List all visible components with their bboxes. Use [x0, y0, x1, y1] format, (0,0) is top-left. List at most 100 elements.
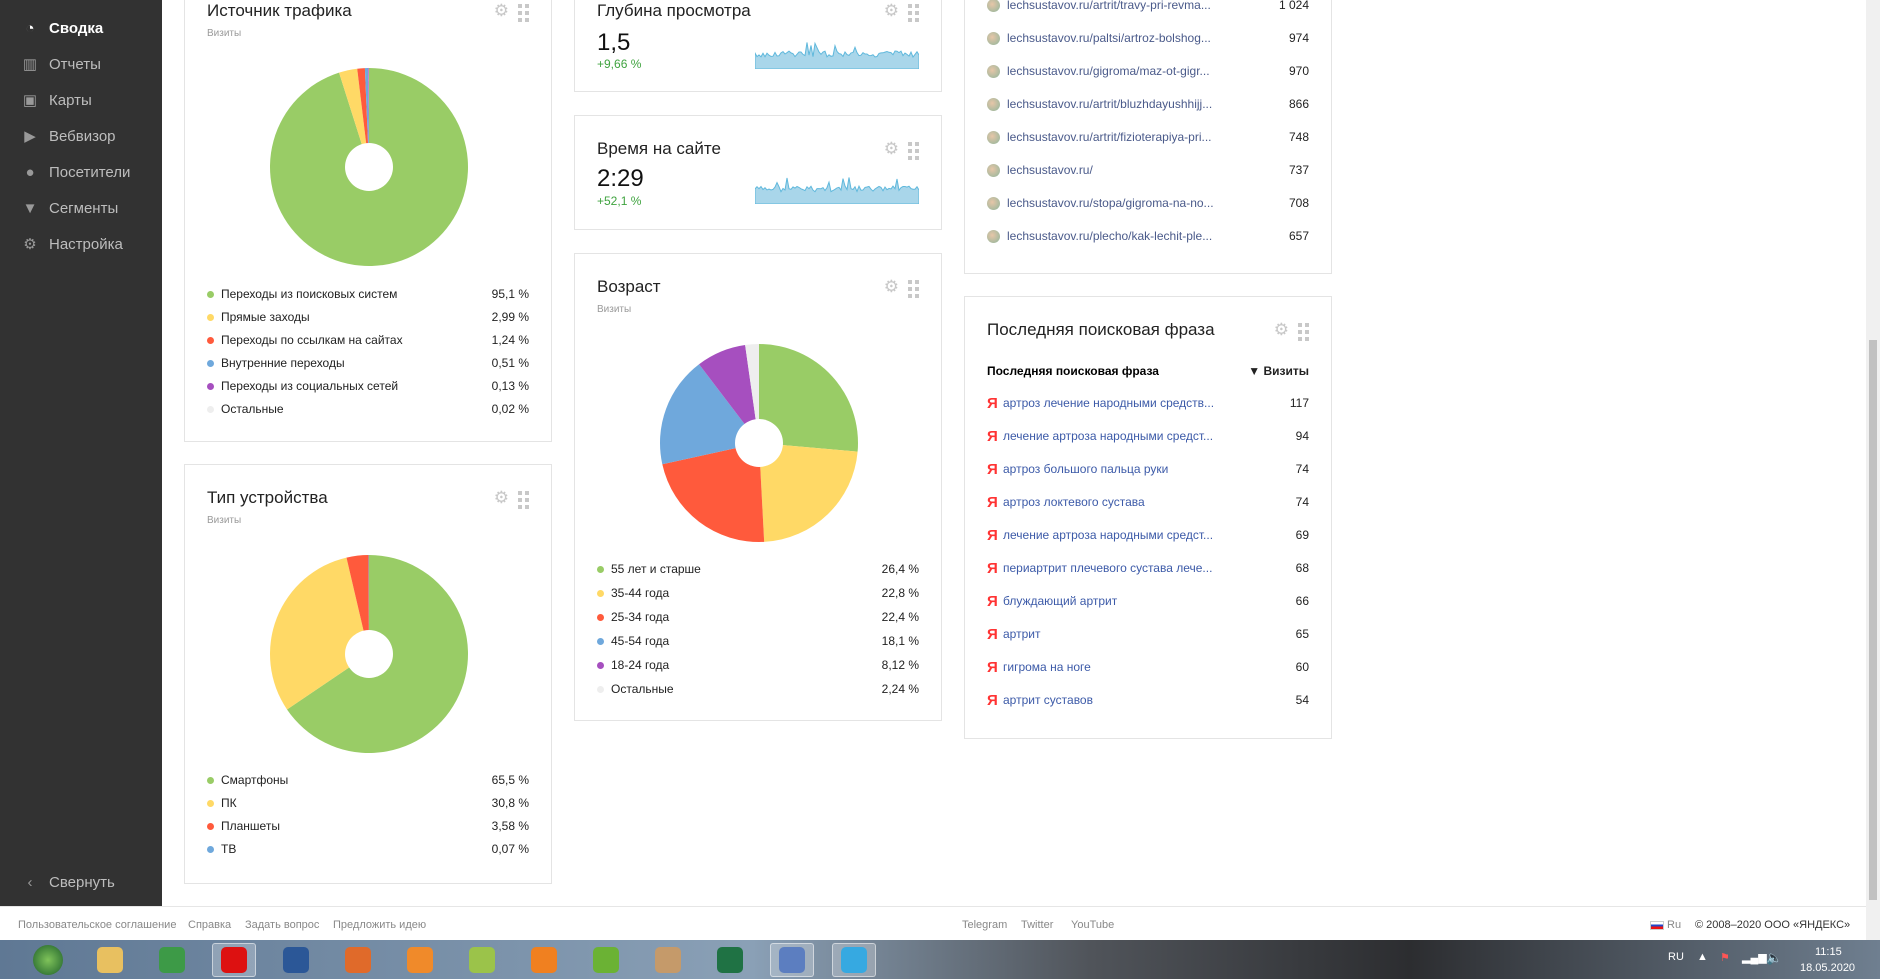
page-link[interactable]: lechsustavov.ru/artrit/fizioterapiya-pri… [1007, 130, 1212, 144]
page-link[interactable]: lechsustavov.ru/paltsi/artroz-bolshog... [1007, 31, 1211, 45]
clock-time[interactable]: 11:15 [1815, 946, 1842, 958]
sidebar-item-0[interactable]: ◔ Сводка [0, 12, 162, 44]
vertical-scrollbar[interactable] [1866, 0, 1880, 940]
taskbar-app-24-button[interactable] [832, 943, 876, 977]
scrollbar-thumb[interactable] [1869, 340, 1877, 900]
language-switch[interactable]: Ru [1667, 919, 1681, 931]
input-language[interactable]: RU [1668, 951, 1684, 963]
legend-item[interactable]: Переходы из поисковых систем 95,1 % [207, 284, 529, 304]
legend-item[interactable]: ТВ 0,07 % [207, 839, 529, 859]
remote-desktop-icon [779, 947, 805, 973]
page-link[interactable]: lechsustavov.ru/ [1007, 163, 1093, 177]
phrase-link[interactable]: периартрит плечевого сустава лече... [1003, 561, 1212, 575]
legend-item[interactable]: 35-44 года 22,8 % [597, 583, 919, 603]
start-button[interactable] [26, 943, 70, 977]
footer-link-help[interactable]: Справка [188, 919, 231, 931]
yandex-icon: Я [987, 526, 998, 544]
favicon-icon [987, 163, 1000, 177]
footer-link-ask[interactable]: Задать вопрос [245, 919, 319, 931]
page-link[interactable]: lechsustavov.ru/artrit/travy-pri-revma..… [1007, 0, 1211, 12]
taskbar-vlc-button[interactable] [522, 943, 566, 977]
legend-dot [207, 313, 214, 321]
legend-item[interactable]: 45-54 года 18,1 % [597, 631, 919, 651]
taskbar-explorer-button[interactable] [88, 943, 132, 977]
taskbar-game-button[interactable] [460, 943, 504, 977]
page-link[interactable]: lechsustavov.ru/stopa/gigroma-na-no... [1007, 196, 1214, 210]
footer-link-telegram[interactable]: Telegram [962, 919, 1007, 931]
taskbar-word-button[interactable] [274, 943, 318, 977]
taskbar-remote-desktop-button[interactable] [770, 943, 814, 977]
legend-item[interactable]: Переходы из социальных сетей 0,13 % [207, 376, 529, 396]
sidebar-item-4[interactable]: ● Посетители [0, 156, 162, 188]
legend-item[interactable]: Остальные 0,02 % [207, 399, 529, 419]
sidebar-item-6[interactable]: ⚙ Настройка [0, 228, 162, 260]
sidebar-item-1[interactable]: ▥ Отчеты [0, 48, 162, 80]
taskbar-chrome-button[interactable] [150, 943, 194, 977]
legend-item[interactable]: ПК 30,8 % [207, 793, 529, 813]
yandex-icon: Я [987, 460, 998, 478]
gear-icon[interactable]: ⚙ [1274, 320, 1289, 341]
phrase-link[interactable]: блуждающий артрит [1003, 594, 1117, 608]
play-icon: ▶ [24, 128, 36, 145]
legend-item[interactable]: Переходы по ссылкам на сайтах 1,24 % [207, 330, 529, 350]
legend-item[interactable]: Остальные 2,24 % [597, 679, 919, 699]
drag-handle-icon[interactable] [908, 142, 919, 160]
gear-icon[interactable]: ⚙ [884, 277, 899, 298]
legend-item[interactable]: 18-24 года 8,12 % [597, 655, 919, 675]
tray-expand-icon[interactable]: ▲ [1697, 951, 1708, 963]
taskbar-media-player-button[interactable] [398, 943, 442, 977]
drag-handle-icon[interactable] [1298, 323, 1309, 341]
phrase-link[interactable]: артрит суставов [1003, 693, 1093, 707]
column-header-phrase[interactable]: Последняя поисковая фраза [987, 364, 1159, 378]
legend-item[interactable]: 55 лет и старше 26,4 % [597, 559, 919, 579]
page-link[interactable]: lechsustavov.ru/plecho/kak-lechit-ple... [1007, 229, 1212, 243]
phrase-link[interactable]: артрит [1003, 627, 1040, 641]
phrase-link[interactable]: артроз локтевого сустава [1003, 495, 1145, 509]
gear-icon[interactable]: ⚙ [884, 1, 899, 22]
favicon-icon [987, 64, 1000, 78]
taskbar-opera-button[interactable] [212, 943, 256, 977]
legend-item[interactable]: 25-34 года 22,4 % [597, 607, 919, 627]
taskbar-excel-button[interactable] [708, 943, 752, 977]
drag-handle-icon[interactable] [518, 4, 529, 22]
drag-handle-icon[interactable] [518, 491, 529, 509]
legend-item[interactable]: Планшеты 3,58 % [207, 816, 529, 836]
phrase-link[interactable]: лечение артроза народными средст... [1003, 528, 1213, 542]
pie-hole [345, 630, 393, 678]
footer-link-idea[interactable]: Предложить идею [333, 919, 426, 931]
collapse-sidebar-button[interactable]: ‹ Свернуть [0, 866, 162, 898]
visits-count: 974 [1288, 31, 1309, 45]
footer-link-youtube[interactable]: YouTube [1071, 919, 1114, 931]
sidebar-item-5[interactable]: ▼ Сегменты [0, 192, 162, 224]
phrase-link[interactable]: артроз большого пальца руки [1003, 462, 1168, 476]
phrase-link[interactable]: артроз лечение народными средств... [1003, 396, 1214, 410]
taskbar-picture-viewer-button[interactable] [336, 943, 380, 977]
phrase-link[interactable]: гигрома на ноге [1003, 660, 1091, 674]
vlc-icon [531, 947, 557, 973]
network-error-icon[interactable]: ⚑ [1720, 951, 1730, 964]
table-row: lechsustavov.ru/artrit/bluzhdayushhijj..… [987, 93, 1309, 115]
gear-icon[interactable]: ⚙ [884, 139, 899, 160]
taskbar-utorrent-button[interactable] [584, 943, 628, 977]
gear-icon[interactable]: ⚙ [494, 488, 509, 509]
sidebar-item-3[interactable]: ▶ Вебвизор [0, 120, 162, 152]
legend-item[interactable]: Прямые заходы 2,99 % [207, 307, 529, 327]
drag-handle-icon[interactable] [908, 280, 919, 298]
gear-icon[interactable]: ⚙ [494, 1, 509, 22]
taskbar-archiver-button[interactable] [646, 943, 690, 977]
legend-value: 26,4 % [881, 562, 919, 576]
volume-icon[interactable]: 🔈 [1766, 950, 1782, 966]
footer-link-twitter[interactable]: Twitter [1021, 919, 1053, 931]
column-header-visits[interactable]: ▼ Визиты [1248, 364, 1309, 378]
sidebar-item-2[interactable]: ▣ Карты [0, 84, 162, 116]
clock-date[interactable]: 18.05.2020 [1800, 962, 1855, 974]
page-link[interactable]: lechsustavov.ru/gigroma/maz-ot-gigr... [1007, 64, 1210, 78]
footer-link-terms[interactable]: Пользовательское соглашение [18, 919, 176, 931]
drag-handle-icon[interactable] [908, 4, 919, 22]
legend-item[interactable]: Внутренние переходы 0,51 % [207, 353, 529, 373]
page-link[interactable]: lechsustavov.ru/artrit/bluzhdayushhijj..… [1007, 97, 1212, 111]
legend-item[interactable]: Смартфоны 65,5 % [207, 770, 529, 790]
signal-icon[interactable]: ▂▄▆ [1742, 951, 1767, 964]
widget-title: Глубина просмотра [597, 1, 751, 20]
phrase-link[interactable]: лечение артроза народными средст... [1003, 429, 1213, 443]
